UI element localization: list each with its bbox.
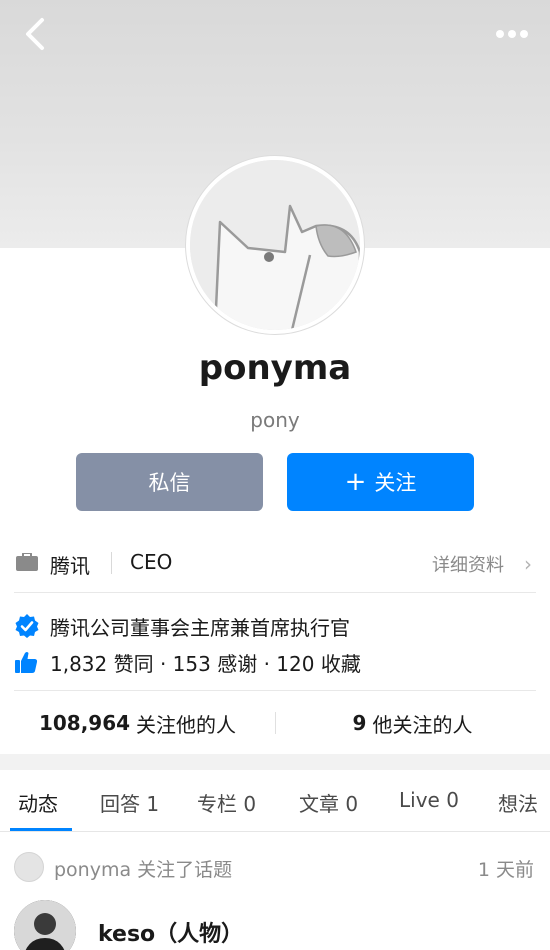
message-button-label: 私信 [148,471,191,495]
verified-badge-icon [15,614,39,638]
back-button[interactable] [14,14,58,54]
tab-answers[interactable]: 回答 1 [100,788,159,817]
topic-avatar [14,900,76,950]
avatar[interactable] [14,852,44,882]
profile-avatar[interactable] [186,156,364,334]
tab-articles[interactable]: 文章 0 [299,788,358,817]
thumbs-up-icon [15,652,38,673]
chevron-right-icon: › [524,552,532,576]
job-title: CEO [130,550,173,574]
chevron-left-icon [26,18,44,50]
more-options-button[interactable] [492,18,538,50]
divider [14,690,536,691]
person-photo-icon [14,900,76,950]
tab-live[interactable]: Live 0 [399,788,459,812]
company-name: 腾讯 [50,554,90,578]
profile-tabs: 动态 回答 1 专栏 0 文章 0 Live 0 想法 [0,770,550,832]
divider [111,552,112,574]
activity-time: 1 天前 [477,859,534,881]
profile-headline: pony [250,408,300,432]
active-tab-indicator [10,828,72,831]
employment-row[interactable]: 腾讯 CEO 详细资料 › [0,532,550,592]
followers-link[interactable]: 108,964 关注他的人 [0,692,275,754]
topic-name: keso（人物） [98,922,244,947]
following-count: 9 [352,711,367,735]
followers-count: 108,964 [38,711,131,735]
tab-columns[interactable]: 专栏 0 [197,788,256,817]
achievements-text: 1,832 赞同 · 153 感谢 · 120 收藏 [50,651,361,676]
follow-button-label: 关注 [374,471,417,495]
details-link[interactable]: 详细资料 [432,551,504,577]
message-button[interactable]: 私信 [76,453,263,511]
plus-icon: + [344,467,367,497]
achievements-row: 1,832 赞同 · 153 感谢 · 120 收藏 [14,648,361,676]
follow-button[interactable]: + 关注 [287,453,474,511]
feed-item-header: ponyma 关注了话题 1 天前 [0,848,550,888]
followers-label: 关注他的人 [136,712,237,737]
tab-activity[interactable]: 动态 [18,788,58,817]
profile-name: ponyma [198,348,352,388]
divider [14,592,536,593]
topic-item[interactable]: keso（人物） [0,898,550,950]
more-dots-icon [496,30,528,38]
activity-text: ponyma 关注了话题 [54,859,233,881]
briefcase-icon [16,553,38,571]
follow-stats: 108,964 关注他的人 9 他关注的人 [0,692,550,754]
following-link[interactable]: 9 他关注的人 [275,692,550,754]
tab-thoughts[interactable]: 想法 [498,788,538,817]
verification-row: 腾讯公司董事会主席兼首席执行官 [14,612,350,640]
avatar-illustration-icon [190,160,360,330]
verification-text: 腾讯公司董事会主席兼首席执行官 [50,615,350,640]
section-gap [0,754,550,770]
following-label: 他关注的人 [372,712,473,737]
